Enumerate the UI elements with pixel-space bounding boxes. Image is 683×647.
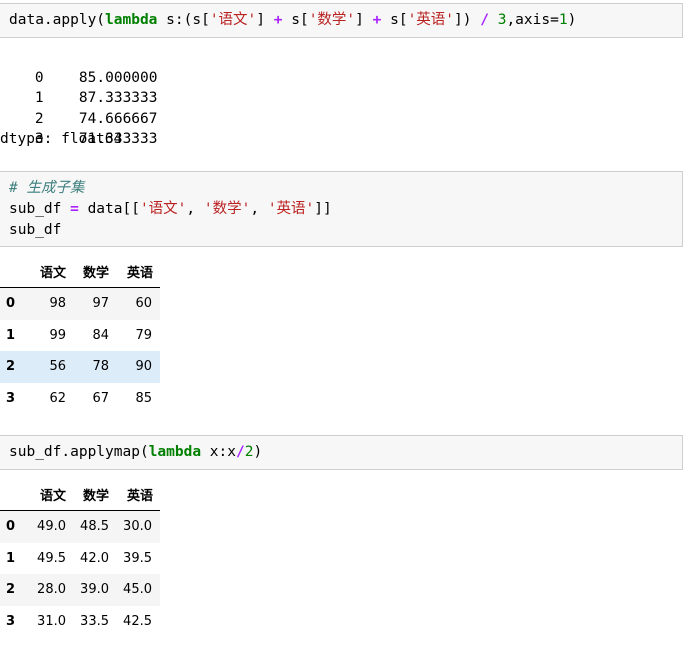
table-cell: 56 [49, 359, 66, 375]
table-cell: 49.5 [37, 550, 66, 566]
row-index: 1 [6, 327, 16, 343]
row-index: 3 [6, 613, 16, 629]
code-token: x:x [201, 444, 236, 460]
code-cell-apply[interactable]: data.apply(lambda s:(s['语文'] + s['数学'] +… [0, 3, 683, 38]
code-token: '语文' [209, 12, 257, 28]
code-token: s:(s[ [157, 12, 210, 28]
code-line: data.apply(lambda s:(s['语文'] + s['数学'] +… [9, 10, 682, 31]
table-cell: 79 [135, 327, 152, 343]
code-token: s[ [381, 12, 408, 28]
code-token: '数学' [203, 201, 251, 217]
index-header [0, 255, 30, 288]
table-cell: 60 [135, 296, 152, 312]
row-index: 2 [6, 359, 16, 375]
code-token: sub_df.applymap( [9, 444, 149, 460]
table-cell: 98 [49, 296, 66, 312]
column-header: 数学 [66, 255, 109, 288]
code-token: 1 [558, 12, 568, 28]
table-row: 2 28.0 39.0 45.0 [0, 574, 160, 606]
code-token: sub_df [9, 222, 62, 238]
table-cell: 90 [135, 359, 152, 375]
table-cell: 99 [49, 327, 66, 343]
dataframe-table-applymap: 语文 数学 英语 0 49.0 48.5 30.0 1 49.5 42.0 39… [0, 478, 160, 637]
table-cell: 33.5 [80, 613, 109, 629]
table-cell: 28.0 [37, 582, 66, 598]
code-token: / [480, 12, 489, 28]
code-token: / [236, 444, 245, 460]
code-token: lambda [105, 12, 158, 28]
table-cell: 78 [92, 359, 109, 375]
row-index: 3 [6, 390, 16, 406]
code-token: '语文' [139, 201, 187, 217]
code-cell-subdf[interactable]: # 生成子集 sub_df = data[['语文', '数学', '英语']]… [0, 171, 683, 247]
table-cell: 39.0 [80, 582, 109, 598]
row-index: 0 [6, 519, 16, 535]
column-header: 数学 [66, 478, 109, 511]
column-header: 英语 [109, 255, 160, 288]
row-index: 2 [6, 582, 16, 598]
table-row: 1 49.5 42.0 39.5 [0, 543, 160, 575]
table-cell: 97 [92, 296, 109, 312]
code-token: lambda [148, 444, 202, 460]
table-cell: 85 [135, 390, 152, 406]
code-line: sub_df.applymap(lambda x:x/2) [9, 442, 682, 463]
table-cell: 62 [49, 390, 66, 406]
code-token: '数学' [308, 12, 356, 28]
code-token: data[[ [78, 201, 140, 217]
row-index: 0 [6, 296, 16, 312]
code-token: ]) [454, 12, 481, 28]
code-token: , [250, 201, 268, 217]
index-header [0, 478, 30, 511]
table-row: 3 62 67 85 [0, 383, 160, 415]
code-line-comment: # 生成子集 [9, 178, 682, 199]
code-token: # 生成子集 [9, 180, 85, 196]
table-row: 0 98 97 60 [0, 287, 160, 320]
code-token: ] [256, 12, 274, 28]
table-cell: 48.5 [80, 519, 109, 535]
row-index: 1 [6, 550, 16, 566]
code-token: sub_df [9, 201, 71, 217]
code-token: data.apply( [9, 12, 106, 28]
table-cell: 39.5 [123, 550, 152, 566]
series-output: 0 85.000000 1 87.333333 2 74.666667 3 71.333… [0, 47, 158, 150]
table-row: 1 99 84 79 [0, 320, 160, 352]
code-line: sub_df = data[['语文', '数学', '英语']] [9, 199, 682, 220]
table-cell: 45.0 [123, 582, 152, 598]
table-cell: 42.5 [123, 613, 152, 629]
table-cell: 67 [92, 390, 109, 406]
code-token: ) [253, 444, 263, 460]
code-token: ,axis= [506, 12, 559, 28]
column-header: 语文 [30, 255, 66, 288]
code-cell-applymap[interactable]: sub_df.applymap(lambda x:x/2) [0, 435, 683, 470]
table-cell: 49.0 [37, 519, 66, 535]
table-row: 0 49.0 48.5 30.0 [0, 510, 160, 543]
column-header: 语文 [30, 478, 66, 511]
code-token: '英语' [267, 201, 315, 217]
code-token: s[ [282, 12, 309, 28]
table-header-row: 语文 数学 英语 [0, 478, 160, 511]
table-header-row: 语文 数学 英语 [0, 255, 160, 288]
code-token: '英语' [407, 12, 455, 28]
table-cell: 30.0 [123, 519, 152, 535]
code-line: sub_df [9, 220, 682, 241]
dataframe-table-subdf: 语文 数学 英语 0 98 97 60 1 99 84 79 2 56 78 9… [0, 255, 160, 414]
code-token: ] [355, 12, 373, 28]
table-row: 3 31.0 33.5 42.5 [0, 606, 160, 638]
table-cell: 42.0 [80, 550, 109, 566]
column-header: 英语 [109, 478, 160, 511]
code-token: , [186, 201, 204, 217]
code-token: ) [567, 12, 577, 28]
table-cell: 31.0 [37, 613, 66, 629]
table-row: 2 56 78 90 [0, 351, 160, 383]
table-cell: 84 [92, 327, 109, 343]
code-token: = [70, 201, 79, 217]
series-row: 0 85.000000 [34, 69, 158, 86]
code-token: ]] [314, 201, 332, 217]
